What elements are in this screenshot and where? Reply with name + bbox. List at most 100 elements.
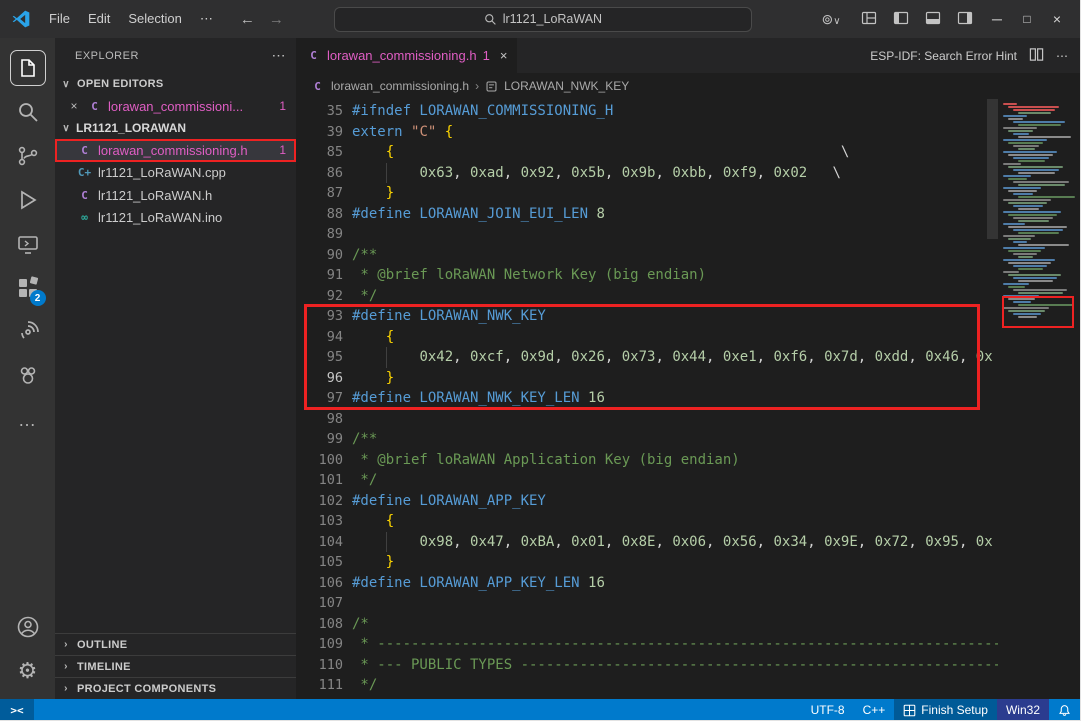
menu-edit[interactable]: Edit [79, 7, 119, 30]
search-sidebar-icon[interactable] [6, 90, 50, 134]
code-line[interactable]: 105 } [296, 552, 1080, 573]
section-timeline[interactable]: ›TIMELINE [55, 655, 296, 677]
menu-file[interactable]: File [40, 7, 79, 30]
maximize-button[interactable]: □ [1012, 8, 1042, 30]
copilot-icon[interactable]: ⊚∨ [814, 11, 848, 28]
command-center-search[interactable]: lr1121_LoRaWAN [334, 7, 752, 32]
run-debug-icon[interactable] [6, 178, 50, 222]
code-line[interactable]: 108 /* [296, 614, 1080, 635]
code-line[interactable]: 96 } [296, 368, 1080, 389]
file-tree-item[interactable]: C lr1121_LoRaWAN.h [55, 184, 296, 207]
editor-more-icon[interactable]: ⋯ [1056, 49, 1068, 63]
code-line[interactable]: 39 extern "C" { [296, 122, 1080, 143]
close-button[interactable]: × [1042, 7, 1072, 31]
tab-close-icon[interactable]: × [500, 48, 508, 63]
code-line[interactable]: 102 #define LORAWAN_APP_KEY [296, 491, 1080, 512]
code-line[interactable]: 101 */ [296, 470, 1080, 491]
language-indicator[interactable]: C++ [854, 699, 895, 721]
code-editor[interactable]: 35 #ifndef LORAWAN_COMMISSIONING_H 39 ex… [296, 99, 1080, 699]
chevron-down-icon: ∨ [59, 79, 73, 90]
section-project-components[interactable]: ›PROJECT COMPONENTS [55, 677, 296, 699]
code-line[interactable]: 35 #ifndef LORAWAN_COMMISSIONING_H [296, 101, 1080, 122]
settings-gear-icon[interactable]: ⚙ [6, 649, 50, 693]
file-name: lorawan_commissioning.h [98, 143, 248, 158]
source-control-icon[interactable] [6, 134, 50, 178]
remote-explorer-icon[interactable] [6, 222, 50, 266]
minimize-button[interactable]: ─ [982, 7, 1012, 31]
minimap[interactable] [998, 99, 1080, 699]
finish-setup-button[interactable]: Finish Setup [894, 699, 997, 721]
esp-idf-hint[interactable]: ESP-IDF: Search Error Hint [870, 49, 1017, 63]
line-number: 95 [296, 347, 352, 368]
toggle-secondary-sidebar-icon[interactable] [954, 10, 976, 29]
menu-selection[interactable]: Selection [119, 7, 190, 30]
open-editor-item[interactable]: × C lorawan_commissioni... 1 [55, 95, 296, 117]
code-line[interactable]: 111 */ [296, 675, 1080, 696]
workspace-folder-header[interactable]: ∨ LR1121_LORAWAN [55, 117, 296, 139]
code-line[interactable]: 100 * @brief loRaWAN Application Key (bi… [296, 450, 1080, 471]
extensions-icon[interactable]: 2 [6, 266, 50, 310]
code-line[interactable]: 94 { [296, 327, 1080, 348]
tab-modified-badge: 1 [483, 48, 490, 63]
code-line[interactable]: 85 { \ [296, 142, 1080, 163]
notifications-bell-icon[interactable] [1049, 699, 1080, 721]
line-content: #define LORAWAN_APP_KEY_LEN 16 [352, 573, 1080, 594]
tab-label: lorawan_commissioning.h [327, 48, 477, 63]
more-actions-icon[interactable]: … [6, 398, 50, 442]
close-editor-icon[interactable]: × [67, 99, 81, 113]
code-line[interactable]: 87 } [296, 183, 1080, 204]
line-number: 92 [296, 286, 352, 307]
esp-idf-icon[interactable] [6, 310, 50, 354]
code-line[interactable]: 93 #define LORAWAN_NWK_KEY [296, 306, 1080, 327]
code-line[interactable]: 97 #define LORAWAN_NWK_KEY_LEN 16 [296, 388, 1080, 409]
line-number: 87 [296, 183, 352, 204]
code-line[interactable]: 92 */ [296, 286, 1080, 307]
file-tree-item[interactable]: ∞ lr1121_LoRaWAN.ino [55, 207, 296, 230]
code-line[interactable]: 90 /** [296, 245, 1080, 266]
scrollbar-thumb[interactable] [987, 99, 998, 239]
raspberry-pi-icon[interactable] [6, 354, 50, 398]
breadcrumb-file[interactable]: lorawan_commissioning.h [331, 79, 469, 93]
code-line[interactable]: 110 * --- PUBLIC TYPES -----------------… [296, 655, 1080, 676]
line-content [352, 224, 1080, 245]
code-line[interactable]: 106 #define LORAWAN_APP_KEY_LEN 16 [296, 573, 1080, 594]
explorer-icon[interactable] [6, 46, 50, 90]
file-tree-item[interactable]: C+ lr1121_LoRaWAN.cpp [55, 162, 296, 185]
line-content: * --- PUBLIC TYPES ---------------------… [352, 655, 1080, 676]
title-bar: FileEditSelection⋯ ← → lr1121_LoRaWAN ⊚∨ [0, 0, 1080, 38]
breadcrumb-symbol[interactable]: LORAWAN_NWK_KEY [504, 79, 629, 93]
code-line[interactable]: 86 0x63, 0xad, 0x92, 0x5b, 0x9b, 0xbb, 0… [296, 163, 1080, 184]
account-icon[interactable] [6, 605, 50, 649]
nav-forward-icon[interactable]: → [269, 11, 284, 28]
encoding-indicator[interactable]: UTF-8 [802, 699, 854, 721]
modified-count-badge: 1 [279, 99, 286, 113]
toggle-panel-grid-icon[interactable] [858, 10, 880, 29]
code-line[interactable]: 103 { [296, 511, 1080, 532]
toggle-bottom-panel-icon[interactable] [922, 10, 944, 29]
nav-back-icon[interactable]: ← [240, 11, 255, 28]
code-line[interactable]: 91 * @brief loRaWAN Network Key (big end… [296, 265, 1080, 286]
tab-lorawan-commissioning[interactable]: C lorawan_commissioning.h 1 × [296, 38, 518, 73]
section-outline[interactable]: ›OUTLINE [55, 633, 296, 655]
line-number: 103 [296, 511, 352, 532]
code-line[interactable]: 99 /** [296, 429, 1080, 450]
code-line[interactable]: 107 [296, 593, 1080, 614]
code-line[interactable]: 95 0x42, 0xcf, 0x9d, 0x26, 0x73, 0x44, 0… [296, 347, 1080, 368]
minimap-annotation-box [1002, 296, 1074, 328]
code-line[interactable]: 109 * ----------------------------------… [296, 634, 1080, 655]
remote-indicator[interactable]: >< [0, 699, 34, 721]
code-line[interactable]: 89 [296, 224, 1080, 245]
line-content [352, 593, 1080, 614]
menu-overflow[interactable]: ⋯ [191, 7, 222, 30]
line-number: 111 [296, 675, 352, 696]
code-line[interactable]: 98 [296, 409, 1080, 430]
platform-indicator[interactable]: Win32 [997, 699, 1049, 721]
line-content: * --------------------------------------… [352, 634, 1080, 655]
split-editor-icon[interactable] [1029, 47, 1044, 65]
toggle-sidebar-icon[interactable] [890, 10, 912, 29]
explorer-more-icon[interactable]: ⋯ [272, 47, 287, 64]
open-editors-header[interactable]: ∨ OPEN EDITORS [55, 73, 296, 95]
code-line[interactable]: 88 #define LORAWAN_JOIN_EUI_LEN 8 [296, 204, 1080, 225]
code-line[interactable]: 104 0x98, 0x47, 0xBA, 0x01, 0x8E, 0x06, … [296, 532, 1080, 553]
file-tree-item[interactable]: C lorawan_commissioning.h 1 [55, 139, 296, 162]
